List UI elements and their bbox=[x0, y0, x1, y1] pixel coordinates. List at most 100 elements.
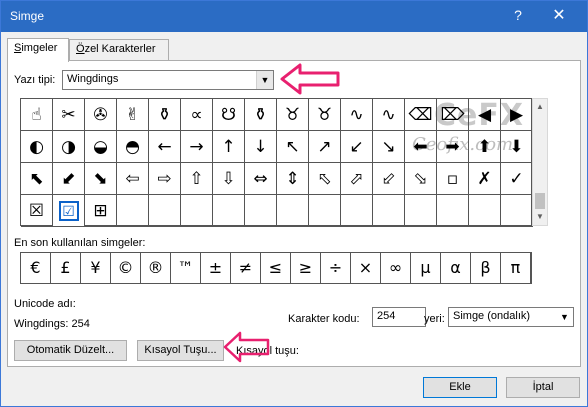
symbol-cell[interactable]: ▶ bbox=[501, 99, 533, 131]
symbol-cell[interactable]: ⇕ bbox=[277, 163, 309, 195]
recent-symbol-cell[interactable]: ™ bbox=[171, 253, 201, 283]
recent-symbol-cell[interactable]: ∞ bbox=[381, 253, 411, 283]
from-select[interactable]: Simge (ondalık) ▼ bbox=[448, 307, 574, 327]
symbol-cell[interactable]: ♉ bbox=[277, 99, 309, 131]
symbol-cell[interactable]: ⊞ bbox=[85, 195, 117, 227]
symbol-cell[interactable]: ◓ bbox=[117, 131, 149, 163]
recent-symbol-cell[interactable]: ≤ bbox=[261, 253, 291, 283]
symbol-cell[interactable] bbox=[181, 195, 213, 227]
symbol-cell[interactable]: ♉ bbox=[309, 99, 341, 131]
recent-symbol-cell[interactable]: ® bbox=[141, 253, 171, 283]
tab-special-characters[interactable]: Özel Karakterler bbox=[69, 39, 169, 61]
symbol-cell[interactable]: ⇦ bbox=[117, 163, 149, 195]
symbol-cell[interactable]: ◒ bbox=[85, 131, 117, 163]
recent-symbol-cell[interactable]: ÷ bbox=[321, 253, 351, 283]
recent-symbol-cell[interactable]: π bbox=[501, 253, 531, 283]
font-select[interactable]: Wingdings ▼ bbox=[62, 70, 274, 90]
symbol-cell[interactable]: ⬋ bbox=[53, 163, 85, 195]
symbol-cell[interactable] bbox=[437, 195, 469, 227]
symbol-cell[interactable]: ⚱ bbox=[149, 99, 181, 131]
recent-symbol-cell[interactable]: α bbox=[441, 253, 471, 283]
recent-symbol-cell[interactable]: © bbox=[111, 253, 141, 283]
symbol-cell[interactable]: ✌ bbox=[117, 99, 149, 131]
tab-symbols[interactable]: Simgeler bbox=[7, 38, 69, 62]
symbol-cell[interactable]: ⬊ bbox=[85, 163, 117, 195]
recent-symbol-cell[interactable]: ¥ bbox=[81, 253, 111, 283]
symbol-cell[interactable] bbox=[469, 195, 501, 227]
symbol-cell[interactable]: ⌫ bbox=[405, 99, 437, 131]
recent-symbol-cell[interactable]: × bbox=[351, 253, 381, 283]
symbol-cell[interactable]: ⬂ bbox=[405, 163, 437, 195]
symbol-cell[interactable]: ⌦ bbox=[437, 99, 469, 131]
symbol-cell[interactable]: ∿ bbox=[373, 99, 405, 131]
symbol-cell[interactable]: ☋ bbox=[213, 99, 245, 131]
symbol-cell[interactable]: ↗ bbox=[309, 131, 341, 163]
symbol-cell[interactable]: ✓ bbox=[501, 163, 533, 195]
symbol-cell[interactable]: ⬀ bbox=[341, 163, 373, 195]
recent-symbol-cell[interactable]: ± bbox=[201, 253, 231, 283]
symbol-cell[interactable]: ◐ bbox=[21, 131, 53, 163]
help-button[interactable]: ? bbox=[511, 7, 525, 23]
symbol-cell[interactable]: ➡ bbox=[437, 131, 469, 163]
symbol-cell[interactable] bbox=[309, 195, 341, 227]
symbol-cell[interactable]: ◀ bbox=[469, 99, 501, 131]
symbol-cell[interactable] bbox=[341, 195, 373, 227]
symbol-cell[interactable] bbox=[277, 195, 309, 227]
shortcut-key-button[interactable]: Kısayol Tuşu... bbox=[137, 340, 224, 361]
recent-symbol-cell[interactable]: € bbox=[21, 253, 51, 283]
symbol-cell[interactable]: ⬆ bbox=[469, 131, 501, 163]
symbol-cell[interactable]: ⬉ bbox=[21, 163, 53, 195]
symbol-cell[interactable]: ☝ bbox=[21, 99, 53, 131]
symbol-cell[interactable]: ⇔ bbox=[245, 163, 277, 195]
symbol-cell[interactable] bbox=[245, 195, 277, 227]
symbol-cell[interactable]: ↓ bbox=[245, 131, 277, 163]
autocorrect-button[interactable]: Otomatik Düzelt... bbox=[14, 340, 127, 361]
symbol-cell[interactable] bbox=[405, 195, 437, 227]
scroll-up-icon[interactable]: ▲ bbox=[533, 99, 547, 115]
symbol-cell[interactable]: ⬃ bbox=[373, 163, 405, 195]
symbol-cell[interactable]: ⇧ bbox=[181, 163, 213, 195]
cancel-button[interactable]: İptal bbox=[506, 377, 580, 398]
recent-symbol-cell[interactable]: β bbox=[471, 253, 501, 283]
symbol-cell[interactable]: ⚱ bbox=[245, 99, 277, 131]
recent-symbol-cell[interactable]: ≠ bbox=[231, 253, 261, 283]
symbol-cell[interactable]: ↑ bbox=[213, 131, 245, 163]
symbol-cell[interactable]: ▫ bbox=[437, 163, 469, 195]
symbol-cell[interactable]: ∿ bbox=[341, 99, 373, 131]
insert-button[interactable]: Ekle bbox=[423, 377, 497, 398]
symbol-grid-scrollbar[interactable]: ▲ ▼ bbox=[532, 98, 548, 226]
symbol-cell[interactable]: ↘ bbox=[373, 131, 405, 163]
symbol-cell[interactable] bbox=[373, 195, 405, 227]
symbol-cell[interactable]: ☒ bbox=[21, 195, 53, 227]
symbol-cell[interactable] bbox=[213, 195, 245, 227]
symbol-cell[interactable]: ⬇ bbox=[501, 131, 533, 163]
symbol-cell[interactable]: ⇩ bbox=[213, 163, 245, 195]
scroll-down-icon[interactable]: ▼ bbox=[533, 209, 547, 225]
recent-symbol-cell[interactable]: ≥ bbox=[291, 253, 321, 283]
close-button[interactable]: ✕ bbox=[549, 5, 569, 25]
symbol-cell[interactable]: ← bbox=[149, 131, 181, 163]
symbol-cell[interactable] bbox=[501, 195, 533, 227]
symbol-cell[interactable]: ☑ bbox=[53, 195, 85, 227]
symbol-cell[interactable] bbox=[149, 195, 181, 227]
symbol-cell[interactable]: ↖ bbox=[277, 131, 309, 163]
symbol-cell[interactable]: ✂ bbox=[53, 99, 85, 131]
symbol-cell[interactable]: ⇨ bbox=[149, 163, 181, 195]
symbol-cell[interactable]: ⬁ bbox=[309, 163, 341, 195]
font-label: Yazı tipi: bbox=[14, 74, 56, 86]
symbol-cell[interactable]: ⬅ bbox=[405, 131, 437, 163]
recent-symbol-cell[interactable]: µ bbox=[411, 253, 441, 283]
symbols-panel: Yazı tipi: Wingdings ▼ CeFX Ceofix.com ☝… bbox=[7, 60, 581, 367]
symbol-cell[interactable]: ◑ bbox=[53, 131, 85, 163]
symbol-cell[interactable]: ✗ bbox=[469, 163, 501, 195]
symbol-cell[interactable] bbox=[117, 195, 149, 227]
scroll-thumb[interactable] bbox=[535, 193, 545, 209]
symbol-cell[interactable]: ∝ bbox=[181, 99, 213, 131]
symbol-cell[interactable]: → bbox=[181, 131, 213, 163]
recent-symbol-cell[interactable]: £ bbox=[51, 253, 81, 283]
symbol-cell[interactable]: ↙ bbox=[341, 131, 373, 163]
charcode-input[interactable]: 254 bbox=[372, 307, 426, 327]
charcode-label: Karakter kodu: bbox=[288, 313, 360, 325]
symbol-cell[interactable]: ✇ bbox=[85, 99, 117, 131]
recent-label: En son kullanılan simgeler: bbox=[14, 237, 146, 249]
